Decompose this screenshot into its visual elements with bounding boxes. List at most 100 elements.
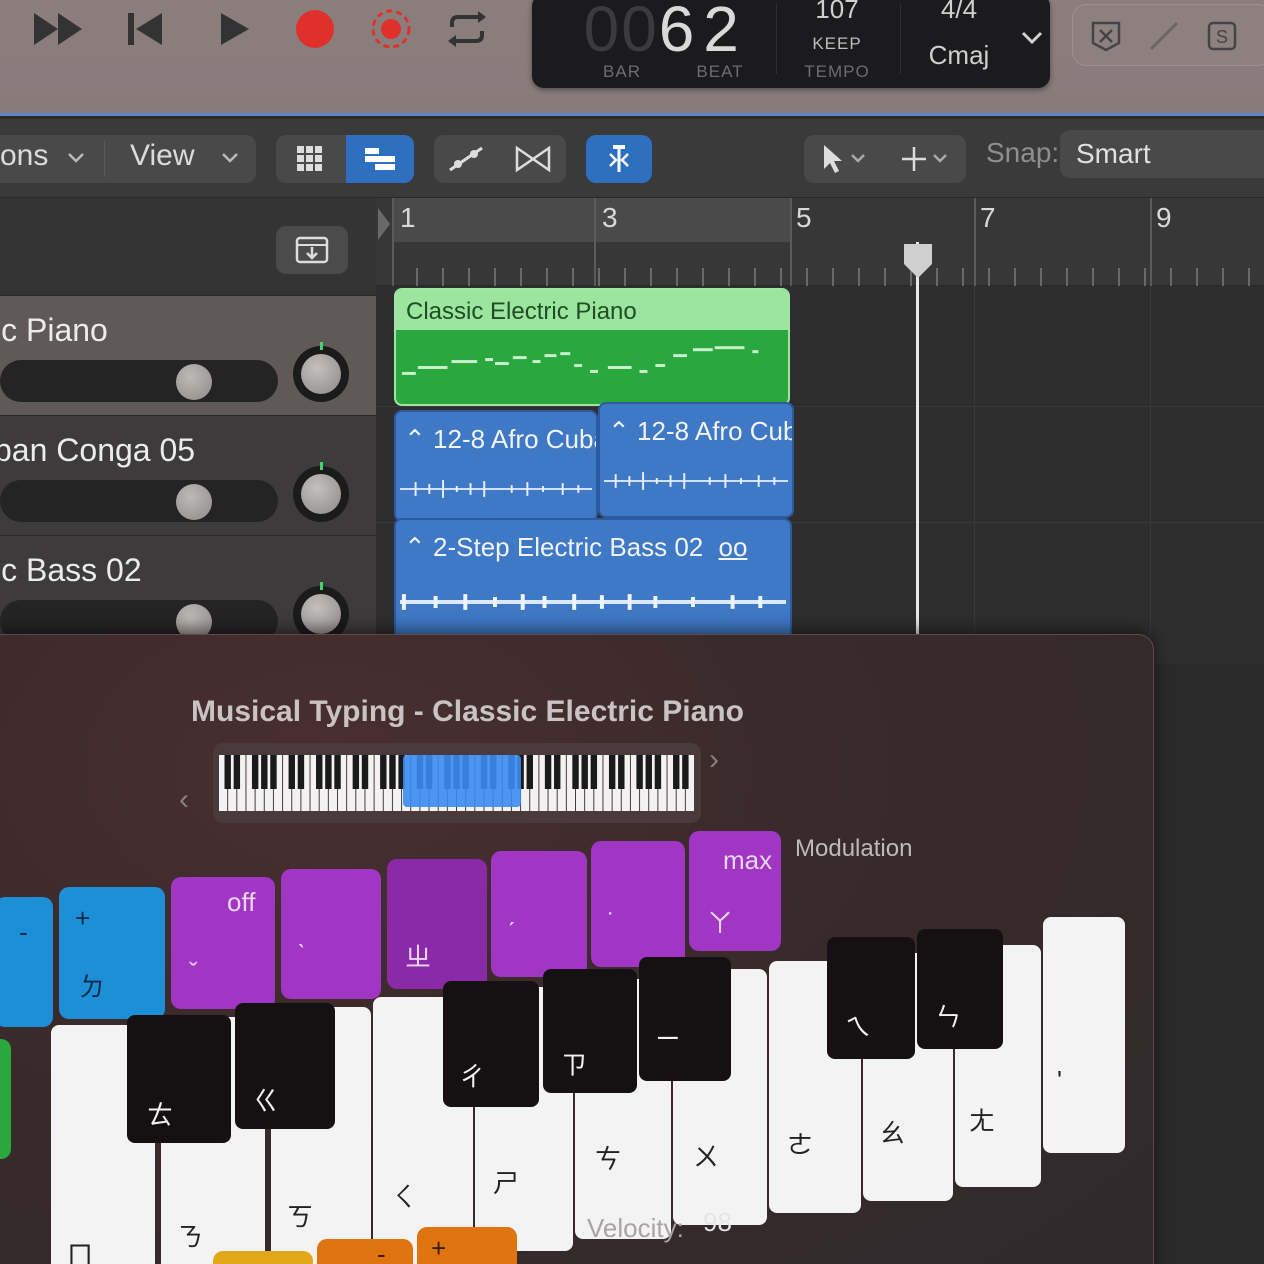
crosshair-icon <box>902 147 947 171</box>
chevron-down-icon[interactable] <box>1020 30 1044 46</box>
bar-number: 7 <box>980 202 996 233</box>
modulation-key[interactable]: ˊ <box>491 851 587 977</box>
black-key[interactable]: ㄗ <box>543 969 637 1093</box>
ruler-tick <box>1196 268 1198 286</box>
velocity-value: 98 <box>703 1207 732 1237</box>
tuner-icon[interactable] <box>1147 19 1181 53</box>
velocity-down-key[interactable]: - <box>317 1239 413 1264</box>
chevron-down-icon <box>68 153 84 163</box>
playhead-handle-icon[interactable] <box>902 242 934 280</box>
snap-select[interactable]: Smart <box>1060 130 1264 178</box>
modulation-key[interactable]: ˋ <box>281 869 381 999</box>
ruler-tick <box>546 268 548 286</box>
volume-thumb[interactable] <box>176 364 212 400</box>
keyboard-overview[interactable] <box>213 743 701 823</box>
black-key[interactable]: ㄧ <box>639 957 731 1081</box>
ruler-tick <box>1092 268 1094 286</box>
time-signature: 4/4 <box>940 0 978 24</box>
black-key[interactable]: ㄔ <box>443 981 539 1107</box>
ruler-tick <box>494 268 496 286</box>
bar-position: 006 <box>583 0 697 65</box>
playhead[interactable] <box>916 242 919 664</box>
tracks-view-button[interactable] <box>346 135 414 183</box>
grid-view-button[interactable] <box>276 135 344 183</box>
flex-button[interactable] <box>500 135 566 183</box>
ruler-tick <box>780 268 782 286</box>
play-button[interactable] <box>204 6 262 52</box>
black-key[interactable]: ㄟ <box>827 937 915 1059</box>
black-key[interactable]: ㄣ <box>917 929 1003 1049</box>
track-header[interactable]: ban Conga 05 <box>0 416 376 536</box>
track-header-top <box>0 198 376 296</box>
pan-knob[interactable] <box>293 346 349 402</box>
go-to-beginning-button[interactable] <box>116 6 174 52</box>
tracks-area[interactable]: 1 3 5 7 9 Classic Electric Piano ⌃ 12-8 … <box>376 198 1264 664</box>
left-locator-icon <box>378 208 390 240</box>
visible-range-indicator[interactable] <box>403 755 521 807</box>
functions-menu[interactable]: ons <box>0 139 48 173</box>
cycle-region[interactable] <box>392 198 790 242</box>
modulation-key[interactable]: ㄓ <box>387 859 487 989</box>
close-x-icon[interactable] <box>1089 19 1123 53</box>
volume-slider[interactable] <box>0 480 278 522</box>
lcd-display[interactable]: 006 BAR 2 BEAT 107 KEEP TEMPO 4/4 Cmaj <box>532 0 1050 88</box>
track-header[interactable]: ic Piano <box>0 296 376 416</box>
midi-notes <box>401 346 759 375</box>
ruler-tick <box>1118 268 1120 286</box>
region-afro-cuba-2[interactable]: ⌃ 12-8 Afro Cuba <box>598 402 794 518</box>
velocity-label: Velocity: <box>587 1213 684 1243</box>
ruler-tick <box>988 268 990 286</box>
ruler-tick <box>858 268 860 286</box>
octave-right-arrow[interactable]: › <box>709 743 719 777</box>
catch-icon <box>609 145 629 172</box>
volume-thumb[interactable] <box>176 484 212 520</box>
black-key[interactable]: ㄍ <box>235 1003 335 1129</box>
ruler-tick <box>468 268 470 286</box>
octave-down-key[interactable]: - <box>0 897 53 1027</box>
white-key[interactable]: ' <box>1043 917 1125 1153</box>
track-name: ban Conga 05 <box>0 432 196 468</box>
view-mode-segment <box>276 135 414 183</box>
crosshair-tool-menu[interactable] <box>886 135 966 183</box>
download-icon <box>295 236 329 264</box>
sustain-key[interactable] <box>0 1039 11 1159</box>
catch-button[interactable] <box>586 135 652 183</box>
region-classic-electric-piano[interactable]: Classic Electric Piano <box>394 288 790 406</box>
pointer-tool-menu[interactable] <box>804 135 884 183</box>
view-menu[interactable]: View <box>130 139 194 173</box>
automation-button[interactable] <box>434 135 498 183</box>
fast-forward-button[interactable] <box>30 6 88 52</box>
ruler-tick <box>624 268 626 286</box>
bar-label: BAR <box>603 62 641 81</box>
octave-up-key[interactable]: + ㄉ <box>59 887 165 1019</box>
track-name: ic Bass 02 <box>0 552 142 588</box>
velocity-up-key[interactable]: + <box>417 1227 517 1264</box>
ruler-tick <box>650 268 652 286</box>
region-electric-bass[interactable]: ⌃ 2-Step Electric Bass 02 oo <box>394 518 792 644</box>
record-button[interactable] <box>286 6 344 52</box>
ruler-tick <box>884 268 886 286</box>
transport-bar: 006 BAR 2 BEAT 107 KEEP TEMPO 4/4 Cmaj S <box>0 0 1264 116</box>
bottom-key[interactable] <box>213 1251 313 1264</box>
octave-left-arrow[interactable]: ‹ <box>179 783 189 817</box>
beat-label: BEAT <box>696 62 744 81</box>
cycle-button[interactable] <box>438 6 496 52</box>
modulation-off-key[interactable]: off ˇ <box>171 877 275 1009</box>
ruler-tick <box>442 268 444 286</box>
solo-icon[interactable]: S <box>1205 19 1239 53</box>
region-afro-cuba-1[interactable]: ⌃ 12-8 Afro Cuba <box>394 410 598 522</box>
modulation-key[interactable]: ˙ <box>591 841 685 967</box>
pan-knob[interactable] <box>293 466 349 522</box>
audio-waveform <box>603 472 789 490</box>
ruler[interactable]: 1 3 5 7 9 <box>376 198 1264 286</box>
grid-icon <box>297 146 322 171</box>
import-button[interactable] <box>276 226 348 274</box>
volume-slider[interactable] <box>0 360 278 402</box>
modulation-max-key[interactable]: max ㄚ <box>689 831 781 951</box>
ruler-tick <box>520 268 522 286</box>
updown-icon: ⌃ <box>608 416 630 446</box>
tracks-list-icon <box>365 148 395 170</box>
modulation-label: Modulation <box>795 835 913 862</box>
black-key[interactable]: ㄊ <box>127 1015 231 1143</box>
capture-recording-button[interactable] <box>362 6 420 52</box>
